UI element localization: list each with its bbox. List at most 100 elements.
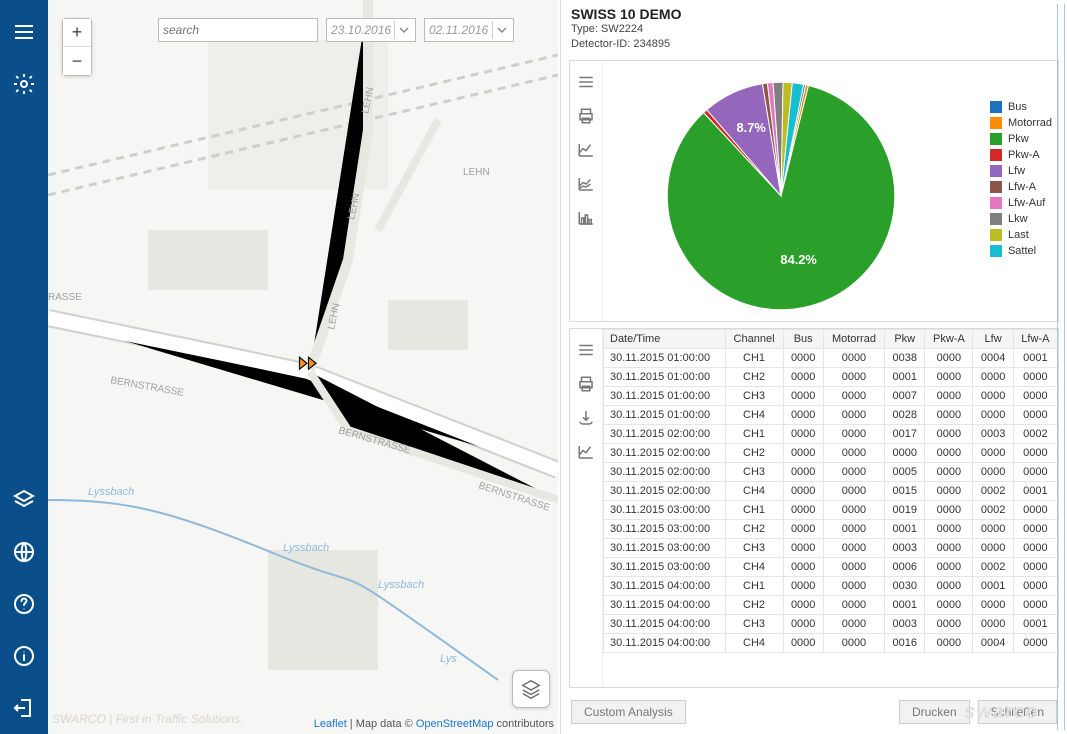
- cell: CH1: [725, 348, 783, 367]
- legend-item[interactable]: Pkw: [990, 131, 1052, 147]
- table-row[interactable]: 30.11.2015 03:00:00CH1000000000019000000…: [604, 500, 1058, 519]
- table-row[interactable]: 30.11.2015 04:00:00CH1000000000030000000…: [604, 576, 1058, 595]
- search-input[interactable]: [158, 18, 318, 42]
- column-header[interactable]: Pkw: [885, 329, 925, 348]
- column-header[interactable]: Date/Time: [604, 329, 726, 348]
- table-row[interactable]: 30.11.2015 04:00:00CH3000000000003000000…: [604, 614, 1058, 633]
- cell: CH4: [725, 557, 783, 576]
- legend-swatch: [990, 229, 1002, 241]
- legend-item[interactable]: Last: [990, 227, 1052, 243]
- custom-analysis-button[interactable]: Custom Analysis: [571, 700, 686, 724]
- id-label: Detector-ID:: [571, 38, 630, 50]
- legend-item[interactable]: Bus: [990, 99, 1052, 115]
- menu-icon[interactable]: [6, 14, 42, 50]
- cell: 0000: [925, 519, 973, 538]
- legend-item[interactable]: Lkw: [990, 211, 1052, 227]
- table-row[interactable]: 30.11.2015 01:00:00CH3000000000007000000…: [604, 386, 1058, 405]
- chevron-down-icon[interactable]: [394, 21, 413, 39]
- cell: CH3: [725, 386, 783, 405]
- detector-marker[interactable]: [298, 352, 328, 376]
- legend-item[interactable]: Sattel: [990, 243, 1052, 259]
- date-to[interactable]: 02.11.2016: [424, 18, 514, 42]
- cell: 0007: [885, 386, 925, 405]
- linechart-icon[interactable]: [575, 441, 597, 463]
- table-row[interactable]: 30.11.2015 04:00:00CH2000000000001000000…: [604, 595, 1058, 614]
- osm-link[interactable]: OpenStreetMap: [416, 718, 494, 730]
- cell: 0000: [823, 443, 884, 462]
- layer-switch-button[interactable]: [512, 670, 550, 708]
- column-header[interactable]: Motorrad: [823, 329, 884, 348]
- menu-icon[interactable]: [575, 339, 597, 361]
- cell: 0000: [1013, 595, 1057, 614]
- table-row[interactable]: 30.11.2015 03:00:00CH2000000000001000000…: [604, 519, 1058, 538]
- globe-icon[interactable]: [6, 534, 42, 570]
- export-icon[interactable]: [575, 407, 597, 429]
- chevron-down-icon[interactable]: [492, 21, 511, 39]
- cell: 30.11.2015 04:00:00: [604, 595, 726, 614]
- column-header[interactable]: Pkw-A: [925, 329, 973, 348]
- barchart-icon[interactable]: [575, 207, 597, 229]
- column-header[interactable]: Lfw: [973, 329, 1013, 348]
- table-row[interactable]: 30.11.2015 04:00:00CH4000000000016000000…: [604, 633, 1058, 652]
- close-button[interactable]: Schließen: [978, 700, 1057, 724]
- legend-item[interactable]: Motorrad: [990, 115, 1052, 131]
- zoom-in-button[interactable]: +: [63, 19, 91, 47]
- table-row[interactable]: 30.11.2015 03:00:00CH4000000000006000000…: [604, 557, 1058, 576]
- type-value: SW2224: [601, 23, 643, 35]
- cell: 0000: [783, 405, 823, 424]
- cell: 0000: [783, 614, 823, 633]
- menu-icon[interactable]: [575, 71, 597, 93]
- cell: 0000: [973, 538, 1013, 557]
- zoom-out-button[interactable]: −: [63, 47, 91, 75]
- table-row[interactable]: 30.11.2015 01:00:00CH1000000000038000000…: [604, 348, 1058, 367]
- cell: 0000: [1013, 538, 1057, 557]
- cell: 0000: [823, 462, 884, 481]
- multiline-icon[interactable]: [575, 173, 597, 195]
- linechart-icon[interactable]: [575, 139, 597, 161]
- table-row[interactable]: 30.11.2015 01:00:00CH4000000000028000000…: [604, 405, 1058, 424]
- table-row[interactable]: 30.11.2015 01:00:00CH2000000000001000000…: [604, 367, 1058, 386]
- cell: CH3: [725, 614, 783, 633]
- table-row[interactable]: 30.11.2015 02:00:00CH1000000000017000000…: [604, 424, 1058, 443]
- svg-text:Lyssbach: Lyssbach: [378, 579, 424, 591]
- column-header[interactable]: Channel: [725, 329, 783, 348]
- legend-item[interactable]: Lfw: [990, 163, 1052, 179]
- cell: 0002: [973, 500, 1013, 519]
- gear-icon[interactable]: [6, 66, 42, 102]
- table-row[interactable]: 30.11.2015 03:00:00CH3000000000003000000…: [604, 538, 1058, 557]
- map-panel[interactable]: BERNSTRASSE BERNSTRASSE BERNSTRASSE RASS…: [48, 0, 558, 734]
- cell: 0000: [973, 405, 1013, 424]
- cell: CH1: [725, 424, 783, 443]
- cell: 0000: [925, 557, 973, 576]
- legend-item[interactable]: Pkw-A: [990, 147, 1052, 163]
- column-header[interactable]: Bus: [783, 329, 823, 348]
- column-header[interactable]: Lfw-A: [1013, 329, 1057, 348]
- cell: 0004: [973, 633, 1013, 652]
- table-row[interactable]: 30.11.2015 02:00:00CH2000000000000000000…: [604, 443, 1058, 462]
- cell: 0000: [783, 462, 823, 481]
- layers-icon[interactable]: [6, 482, 42, 518]
- legend-item[interactable]: Lfw-A: [990, 179, 1052, 195]
- cell: 0028: [885, 405, 925, 424]
- cell: 30.11.2015 01:00:00: [604, 386, 726, 405]
- cell: 30.11.2015 03:00:00: [604, 519, 726, 538]
- cell: 0000: [925, 595, 973, 614]
- legend-label: Last: [1008, 229, 1029, 241]
- print-icon[interactable]: [575, 105, 597, 127]
- date-from[interactable]: 23.10.2016: [326, 18, 416, 42]
- table-row[interactable]: 30.11.2015 02:00:00CH4000000000015000000…: [604, 481, 1058, 500]
- cell: 0000: [1013, 405, 1057, 424]
- info-icon[interactable]: [6, 638, 42, 674]
- exit-icon[interactable]: [6, 690, 42, 726]
- table-row[interactable]: 30.11.2015 02:00:00CH3000000000005000000…: [604, 462, 1058, 481]
- cell: 0000: [925, 462, 973, 481]
- detail-footer: Custom Analysis Drucken Schließen: [561, 694, 1067, 734]
- print-icon[interactable]: [575, 373, 597, 395]
- table-scroll[interactable]: Date/TimeChannelBusMotorradPkwPkw-ALfwLf…: [603, 329, 1058, 687]
- legend-item[interactable]: Lfw-Auf: [990, 195, 1052, 211]
- cell: 0006: [885, 557, 925, 576]
- cell: 0005: [885, 462, 925, 481]
- print-button[interactable]: Drucken: [899, 700, 970, 724]
- leaflet-link[interactable]: Leaflet: [314, 718, 347, 730]
- help-icon[interactable]: [6, 586, 42, 622]
